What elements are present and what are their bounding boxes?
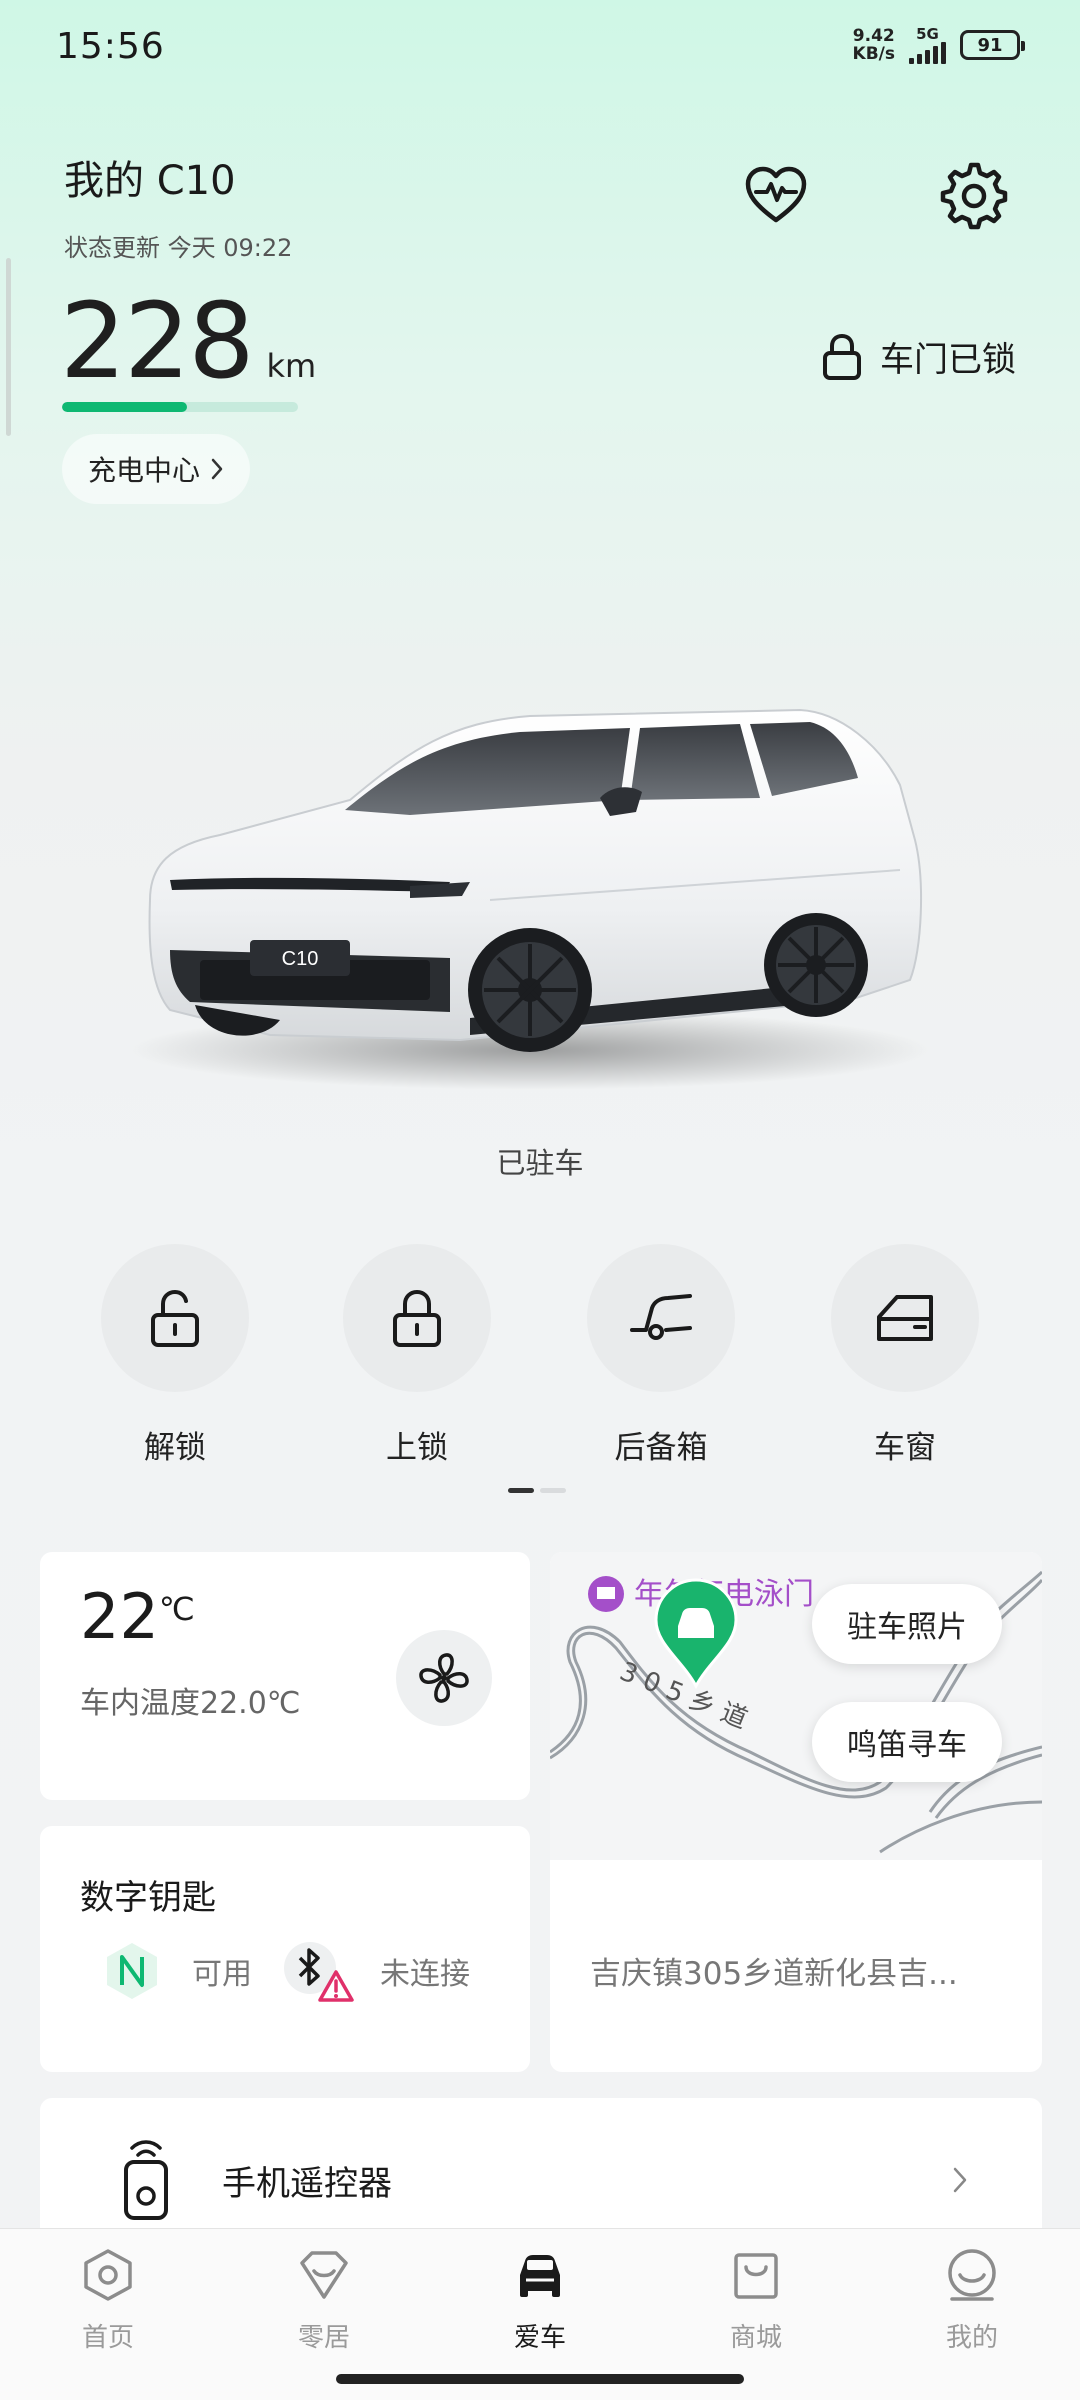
car-icon xyxy=(520,2255,560,2297)
scroll-indicator xyxy=(6,258,11,436)
heart-pulse-icon xyxy=(745,166,807,223)
unlock-icon xyxy=(151,1289,199,1347)
status-icons: 9.42 KB/s 5G 91 xyxy=(852,26,1025,64)
nav-home[interactable]: 首页 xyxy=(48,2245,168,2354)
license-plate: C10 xyxy=(282,948,319,970)
battery-level-fill xyxy=(62,402,188,412)
digital-key-card[interactable]: 数字钥匙 可用 未连接 xyxy=(40,1826,530,2072)
settings-button[interactable] xyxy=(938,160,1010,232)
profile-icon xyxy=(948,2249,996,2301)
door-lock-status: 车门已锁 xyxy=(822,332,1016,381)
vehicle-health-button[interactable] xyxy=(740,160,812,232)
signal-icon: 5G xyxy=(909,26,946,64)
chevron-right-icon xyxy=(953,2167,967,2193)
range-unit: km xyxy=(266,347,317,385)
range-value: 228 xyxy=(60,280,255,402)
parking-photo-button[interactable]: 驻车照片 xyxy=(812,1584,1002,1664)
chevron-right-icon xyxy=(211,458,223,480)
vehicle-address: 吉庆镇305乡道新化县吉... xyxy=(590,1956,958,1992)
nfc-key-icon xyxy=(107,1943,157,1999)
network-speed: 9.42 KB/s xyxy=(852,26,895,64)
vehicle-image[interactable]: C10 xyxy=(110,650,940,1100)
nav-store[interactable]: 商城 xyxy=(696,2245,816,2354)
lock-icon xyxy=(393,1289,441,1347)
unlock-button[interactable]: 解锁 xyxy=(100,1244,250,1467)
digital-key-status: 可用 未连接 xyxy=(102,1938,470,2004)
heart-badge-icon xyxy=(300,2251,348,2299)
window-button[interactable]: 车窗 xyxy=(830,1244,980,1467)
charge-center-button[interactable]: 充电中心 xyxy=(62,434,251,504)
gear-icon xyxy=(940,162,1008,230)
fan-button[interactable] xyxy=(396,1630,492,1726)
car-location-pin xyxy=(654,1578,738,1690)
padlock-icon xyxy=(823,333,861,380)
phone-remote-icon xyxy=(124,2140,168,2220)
battery-level-bar xyxy=(62,402,298,412)
charge-center-label: 充电中心 xyxy=(88,454,201,487)
status-update-time: 状态更新 今天 09:22 xyxy=(64,234,293,262)
page-indicator xyxy=(508,1488,566,1493)
climate-temperature: 22 ℃ xyxy=(80,1580,195,1653)
nav-lingju[interactable]: 零居 xyxy=(264,2245,384,2354)
battery-icon: 91 xyxy=(960,30,1025,60)
home-indicator[interactable] xyxy=(336,2374,744,2384)
phone-remote-label: 手机遥控器 xyxy=(222,2164,392,2204)
page-title: 我的 C10 xyxy=(64,158,236,204)
digital-key-title: 数字钥匙 xyxy=(80,1878,216,1918)
trunk-button[interactable]: 后备箱 xyxy=(586,1244,736,1467)
fan-icon xyxy=(419,1653,469,1703)
cabin-temperature: 车内温度22.0℃ xyxy=(80,1686,301,1721)
nav-profile[interactable]: 我的 xyxy=(912,2245,1032,2354)
vehicle-state: 已驻车 xyxy=(496,1146,584,1180)
home-hexagon-icon xyxy=(84,2249,132,2301)
range-display: 228 km xyxy=(60,280,316,402)
vehicle-location-card[interactable]: 3 0 5 乡 道 年年红电泳门 驻车照片 鸣笛寻车 吉庆镇305乡道新化县吉.… xyxy=(550,1552,1042,2072)
lock-button[interactable]: 上锁 xyxy=(342,1244,492,1467)
status-time: 15:56 xyxy=(56,26,165,67)
honk-find-car-button[interactable]: 鸣笛寻车 xyxy=(812,1702,1002,1782)
climate-card[interactable]: 22 ℃ 车内温度22.0℃ xyxy=(40,1552,530,1800)
trunk-icon xyxy=(630,1294,692,1340)
nav-my-car[interactable]: 爱车 xyxy=(480,2245,600,2354)
shopping-bag-icon xyxy=(734,2253,778,2299)
bluetooth-warning-icon xyxy=(284,1942,354,2002)
window-icon xyxy=(877,1295,933,1341)
